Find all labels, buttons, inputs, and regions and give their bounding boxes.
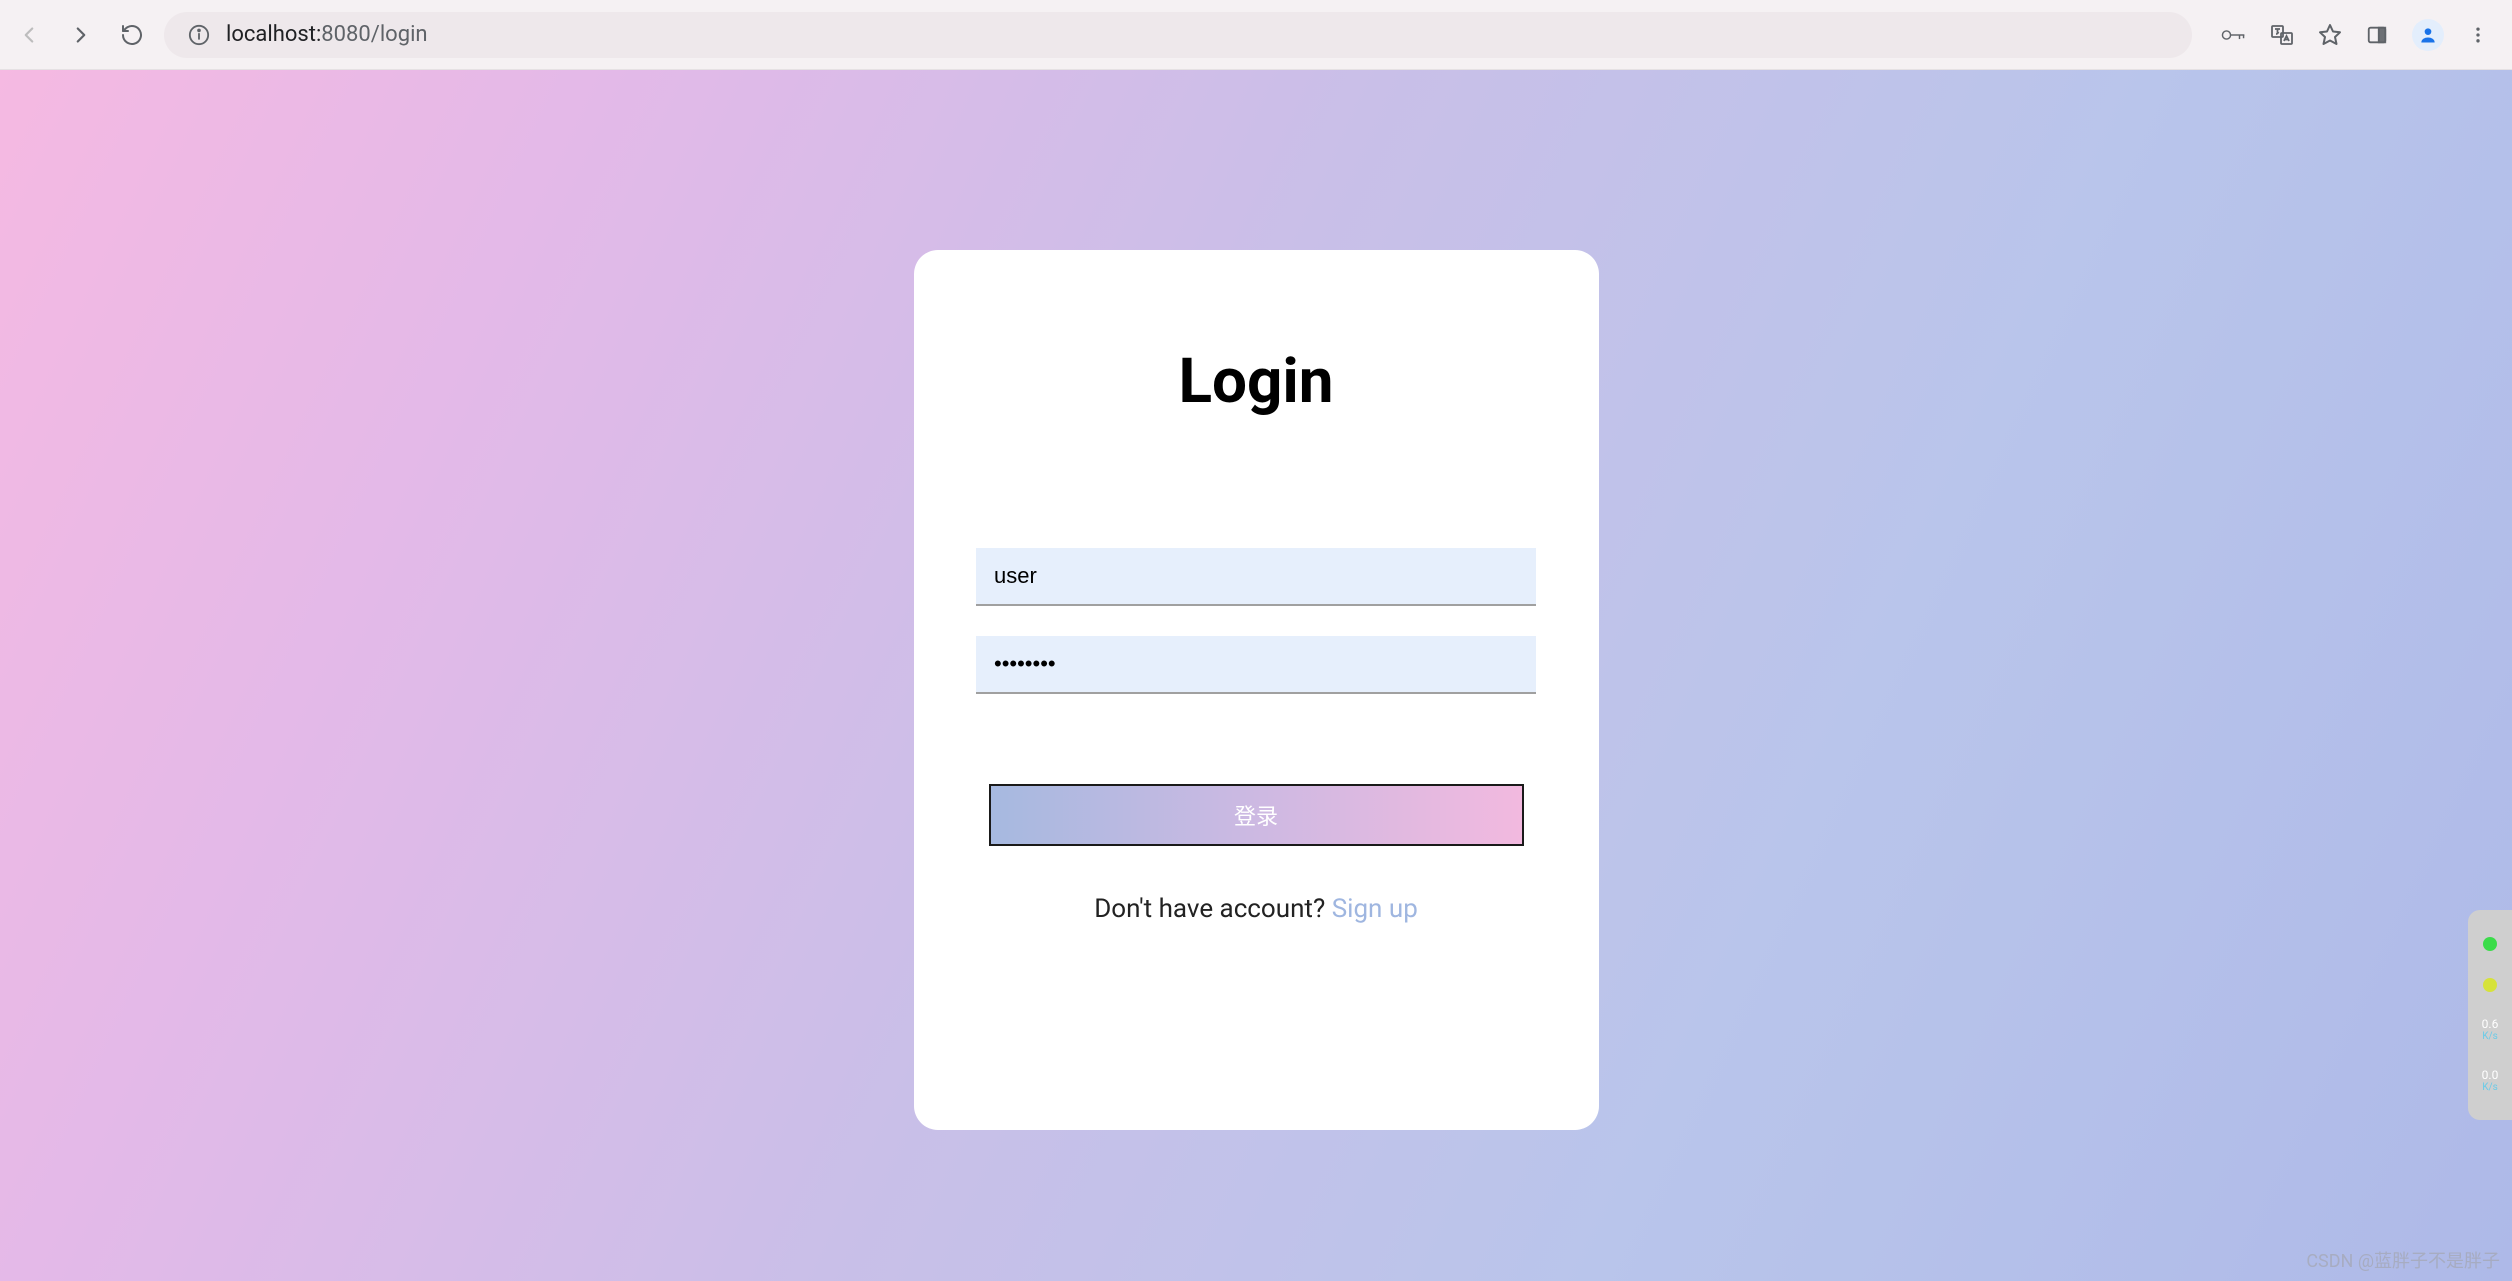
address-bar[interactable]: localhost:8080/login [164, 12, 2192, 58]
widget-stat-down: 0.6 K/s [2482, 1018, 2499, 1042]
page-body: Login 登录 Don't have account? Sign up 0.6… [0, 70, 2512, 1281]
url-text: localhost:8080/login [226, 22, 428, 47]
reload-icon[interactable] [120, 23, 144, 47]
signup-row: Don't have account? Sign up [1094, 894, 1418, 924]
status-dot-yellow [2483, 978, 2497, 992]
watermark: CSDN @蓝胖子不是胖子 [2306, 1247, 2500, 1273]
forward-icon[interactable] [68, 22, 94, 48]
side-panel-icon[interactable] [2366, 24, 2388, 46]
toolbar-right [2212, 19, 2496, 51]
back-icon[interactable] [16, 22, 42, 48]
profile-avatar[interactable] [2412, 19, 2444, 51]
login-form [976, 548, 1536, 694]
menu-dots-icon[interactable] [2468, 25, 2488, 45]
signup-link[interactable]: Sign up [1332, 894, 1418, 924]
network-widget[interactable]: 0.6 K/s 0.0 K/s [2468, 910, 2512, 1120]
password-input[interactable] [976, 636, 1536, 694]
status-dot-green [2483, 937, 2497, 951]
widget-stat-up: 0.0 K/s [2482, 1069, 2499, 1093]
login-title: Login [1178, 345, 1333, 418]
password-key-icon[interactable] [2220, 23, 2246, 47]
site-info-icon[interactable] [188, 24, 210, 46]
login-submit-button[interactable]: 登录 [989, 784, 1524, 846]
browser-toolbar: localhost:8080/login [0, 0, 2512, 70]
username-input[interactable] [976, 548, 1536, 606]
translate-icon[interactable] [2270, 23, 2294, 47]
bookmark-star-icon[interactable] [2318, 23, 2342, 47]
login-card: Login 登录 Don't have account? Sign up [914, 250, 1599, 1130]
signup-prompt: Don't have account? [1094, 894, 1332, 924]
url-path: 8080/login [321, 22, 427, 47]
nav-controls [16, 22, 144, 48]
url-host: localhost: [226, 22, 321, 47]
